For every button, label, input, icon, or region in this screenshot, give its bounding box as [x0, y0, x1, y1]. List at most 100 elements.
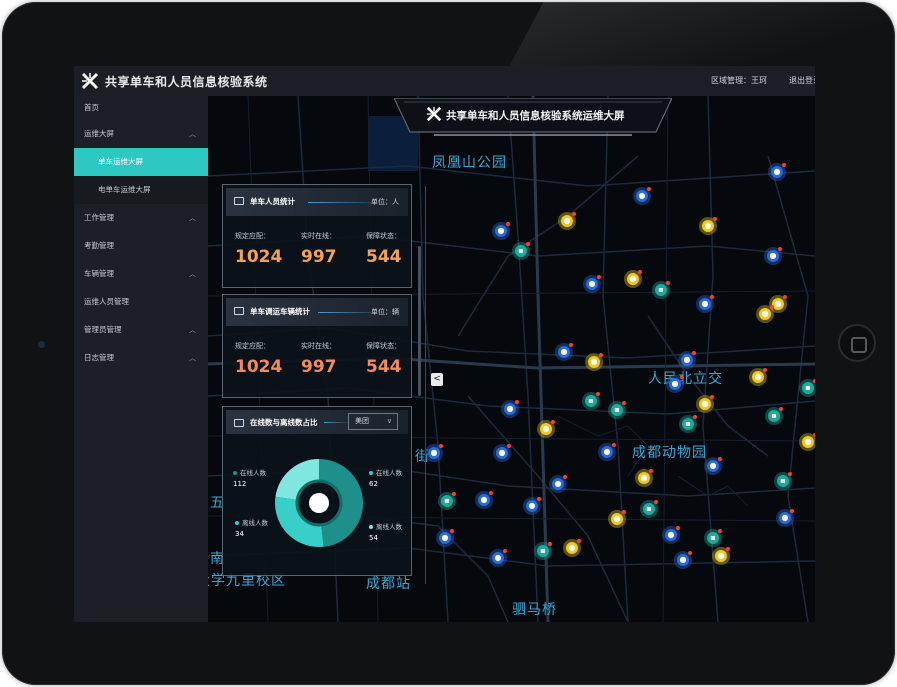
- map-marker-blue[interactable]: ●: [555, 343, 573, 361]
- chevron-up-icon: ︿: [189, 214, 196, 222]
- map-marker-blue[interactable]: ●: [776, 509, 794, 527]
- top-bar: 共享单车和人员信息核验系统 区域管理：王珂 退出登录: [74, 66, 815, 96]
- map-marker-blue[interactable]: ●: [492, 222, 510, 240]
- map-marker-yellow[interactable]: ●: [749, 368, 767, 386]
- platform-select[interactable]: 美团 ∨: [348, 413, 398, 430]
- map-label: 成都动物园: [632, 445, 707, 461]
- sidebar: 首页 运维大屏 ︿ 单车运维大屏 电单车运维大屏 工作管理 ︿ 考勤管理 车辆管理 ︿…: [74, 96, 208, 622]
- front-camera: [38, 341, 45, 348]
- map-marker-yellow[interactable]: ●: [699, 217, 717, 235]
- sidebar-item-attendance[interactable]: 考勤管理: [74, 232, 208, 260]
- map-marker-yellow[interactable]: ●: [608, 510, 626, 528]
- map-marker-blue[interactable]: ●: [696, 295, 714, 313]
- sidebar-item-home[interactable]: 首页: [74, 96, 208, 120]
- map-marker-blue[interactable]: ●: [666, 375, 684, 393]
- donut-chart: [275, 459, 363, 547]
- map-marker-teal[interactable]: ▪: [704, 529, 722, 547]
- online-ratio-panel: 在线数与离线数占比 美团 ∨ 在线人数 112 离线人数 34 在线人数 62 离线人数…: [222, 406, 412, 576]
- panel-title: 单车调运车辆统计: [250, 307, 310, 316]
- home-button[interactable]: [838, 324, 876, 362]
- map-marker-blue[interactable]: ●: [436, 529, 454, 547]
- map-marker-blue[interactable]: ●: [489, 549, 507, 567]
- screen-title: 共享单车和人员信息核验系统运维大屏: [446, 110, 625, 122]
- sidebar-item-ebike-ops[interactable]: 电单车运维大屏: [74, 176, 208, 204]
- map-marker-blue[interactable]: ●: [704, 457, 722, 475]
- stat-label: 实时在线：: [301, 232, 336, 240]
- map-marker-teal[interactable]: ▪: [582, 392, 600, 410]
- map-marker-blue[interactable]: ●: [764, 247, 782, 265]
- sidebar-item-work[interactable]: 工作管理 ︿: [74, 204, 208, 232]
- map-marker-yellow[interactable]: ●: [563, 539, 581, 557]
- map-marker-blue[interactable]: ●: [501, 400, 519, 418]
- map-label: 人民北立交: [648, 371, 723, 387]
- map-marker-teal[interactable]: ▪: [640, 500, 658, 518]
- legend-value: 62: [369, 480, 378, 488]
- map-marker-blue[interactable]: ●: [475, 491, 493, 509]
- monitor-icon: [234, 197, 244, 205]
- map-marker-yellow[interactable]: ●: [558, 212, 576, 230]
- map-marker-teal[interactable]: ▪: [438, 492, 456, 510]
- map-label: 凤凰山公园: [432, 155, 507, 171]
- app-title: 共享单车和人员信息核验系统: [105, 74, 268, 89]
- map-marker-teal[interactable]: ▪: [679, 415, 697, 433]
- panel-unit: 单位：人: [371, 198, 399, 206]
- stat-value: 544: [366, 247, 402, 267]
- map-marker-yellow[interactable]: ●: [624, 270, 642, 288]
- collapse-panel-button[interactable]: <: [431, 373, 443, 386]
- map-marker-yellow[interactable]: ●: [756, 305, 774, 323]
- map-marker-blue[interactable]: ●: [583, 275, 601, 293]
- map-marker-teal[interactable]: ▪: [652, 281, 670, 299]
- sidebar-item-label: 单车运维大屏: [98, 157, 143, 166]
- stat-value: 544: [366, 357, 402, 377]
- map-marker-yellow[interactable]: ●: [712, 547, 730, 565]
- map-marker-teal[interactable]: ▪: [608, 401, 626, 419]
- sidebar-item-logs[interactable]: 日志管理 ︿: [74, 344, 208, 372]
- sidebar-item-ops-screen[interactable]: 运维大屏 ︿: [74, 120, 208, 148]
- sidebar-item-label: 电单车运维大屏: [98, 185, 151, 194]
- map-marker-yellow[interactable]: ●: [635, 469, 653, 487]
- map-label: 驷马桥: [512, 602, 557, 618]
- sidebar-item-vehicles[interactable]: 车辆管理 ︿: [74, 260, 208, 288]
- sidebar-item-label: 管理员管理: [84, 325, 122, 334]
- map-marker-yellow[interactable]: ●: [696, 395, 714, 413]
- stat-value: 997: [301, 357, 337, 377]
- logout-link[interactable]: 退出登录: [789, 75, 815, 86]
- sidebar-item-staff[interactable]: 运维人员管理: [74, 288, 208, 316]
- legend-label: 在线人数: [240, 469, 266, 477]
- map-marker-teal[interactable]: ▪: [512, 242, 530, 260]
- map-marker-blue[interactable]: ●: [662, 526, 680, 544]
- stat-value: 1024: [235, 357, 283, 377]
- legend-offline-right: 离线人数 54: [369, 521, 402, 542]
- map-marker-blue[interactable]: ●: [425, 444, 443, 462]
- legend-value: 112: [233, 480, 247, 488]
- sidebar-item-label: 首页: [84, 103, 99, 112]
- map-marker-blue[interactable]: ●: [633, 187, 651, 205]
- chevron-up-icon: ︿: [189, 354, 196, 362]
- stat-value: 1024: [235, 247, 283, 267]
- map-marker-blue[interactable]: ●: [598, 443, 616, 461]
- logo-icon: [81, 72, 99, 90]
- map-marker-teal[interactable]: ▪: [534, 542, 552, 560]
- legend-online-right: 在线人数 62: [369, 467, 402, 488]
- sidebar-item-bike-ops[interactable]: 单车运维大屏: [74, 148, 208, 176]
- map-marker-blue[interactable]: ●: [549, 475, 567, 493]
- sidebar-item-label: 考勤管理: [84, 241, 114, 250]
- map-marker-blue[interactable]: ●: [678, 351, 696, 369]
- map-marker-teal[interactable]: ▪: [765, 407, 783, 425]
- map-marker-yellow[interactable]: ●: [799, 433, 815, 451]
- map-marker-blue[interactable]: ●: [768, 163, 786, 181]
- region-user: 区域管理：王珂: [711, 76, 767, 85]
- legend-offline-left: 离线人数 34: [235, 517, 268, 538]
- map-marker-teal[interactable]: ▪: [774, 472, 792, 490]
- sidebar-item-admins[interactable]: 管理员管理 ︿: [74, 316, 208, 344]
- map-marker-blue[interactable]: ●: [674, 551, 692, 569]
- map-marker-blue[interactable]: ●: [493, 444, 511, 462]
- map-marker-teal[interactable]: ▪: [799, 379, 815, 397]
- stat-value: 997: [301, 247, 337, 267]
- map-marker-yellow[interactable]: ●: [585, 353, 603, 371]
- chevron-down-icon: ∨: [386, 417, 392, 425]
- map-marker-blue[interactable]: ●: [523, 497, 541, 515]
- panel-scrollbar[interactable]: [418, 246, 421, 396]
- map-marker-yellow[interactable]: ●: [537, 420, 555, 438]
- stat-label: 规定应配：: [235, 342, 270, 350]
